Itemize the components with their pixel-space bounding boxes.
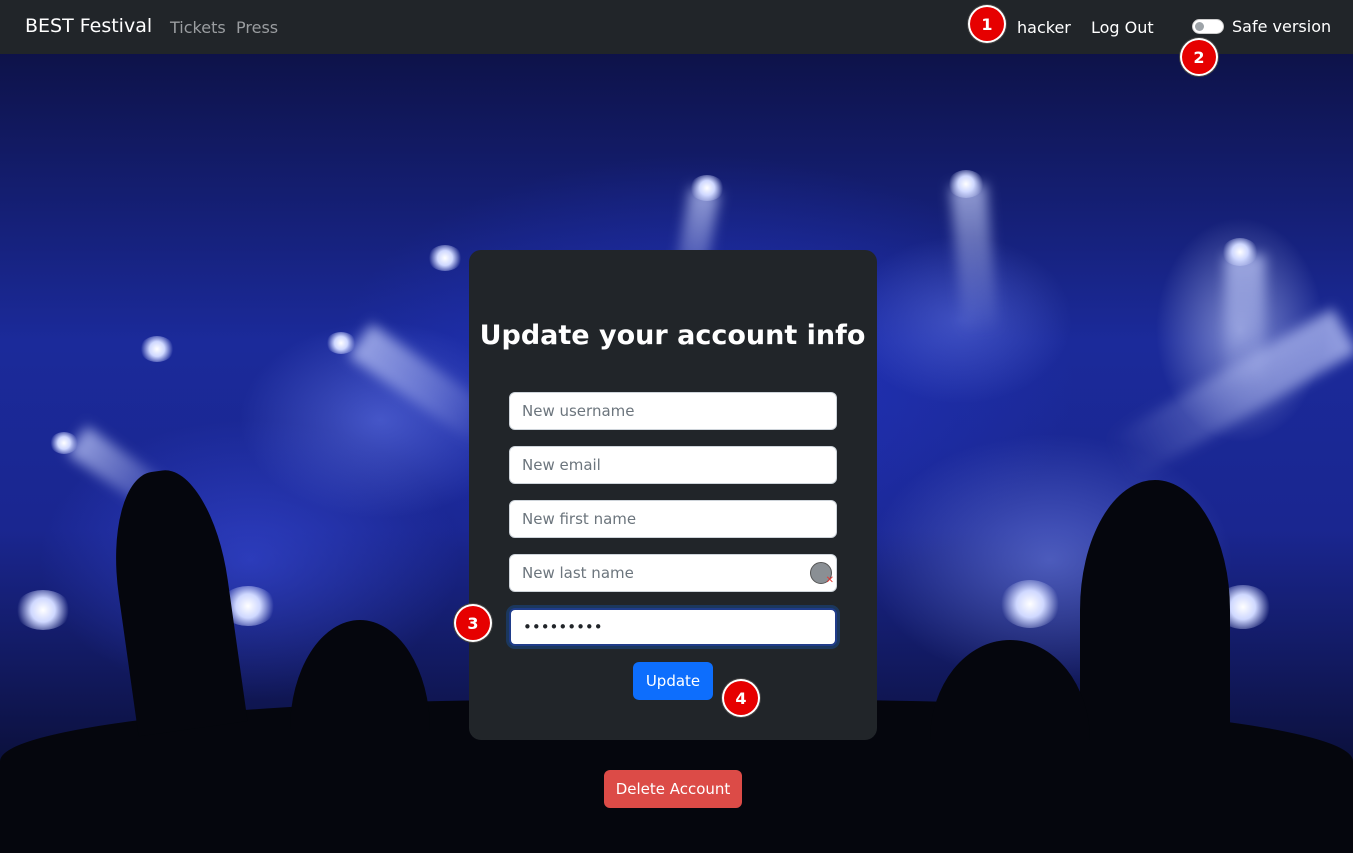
close-icon: ✕ [825,575,834,586]
crowd-silhouette [102,463,248,737]
stage-light [15,590,71,630]
crowd-silhouette [930,640,1090,840]
stage-light [690,175,724,201]
username-link[interactable]: hacker [1017,18,1071,37]
form-title: Update your account info [479,320,866,351]
annotation-badge-3: 3 [456,606,490,640]
stage-light [948,170,984,198]
delete-account-button[interactable]: Delete Account [604,770,742,808]
new-username-input[interactable] [509,392,837,430]
stage-light [50,432,78,454]
brand-link[interactable]: BEST Festival [25,15,152,37]
update-button[interactable]: Update [633,662,713,700]
new-first-name-input[interactable] [509,500,837,538]
password-manager-icon[interactable]: ✕ [810,562,834,586]
nav-link-press[interactable]: Press [236,18,278,37]
light-beam [950,183,1000,336]
stage-light [428,245,462,271]
annotation-badge-4: 4 [724,681,758,715]
stage-light [1000,580,1060,628]
new-last-name-input[interactable] [509,554,837,592]
new-password-input[interactable] [509,608,837,646]
top-navbar: BEST Festival Tickets Press hacker Log O… [0,0,1353,54]
annotation-badge-1: 1 [970,7,1004,41]
safe-version-label: Safe version [1232,17,1332,36]
logout-link[interactable]: Log Out [1091,18,1154,37]
annotation-badge-2: 2 [1182,40,1216,74]
safe-version-toggle[interactable] [1192,19,1224,34]
crowd-silhouette [290,620,430,840]
nav-link-tickets[interactable]: Tickets [170,18,226,37]
stage-light [1222,238,1258,266]
crowd-silhouette [1080,480,1230,740]
new-email-input[interactable] [509,446,837,484]
toggle-knob [1195,22,1204,31]
